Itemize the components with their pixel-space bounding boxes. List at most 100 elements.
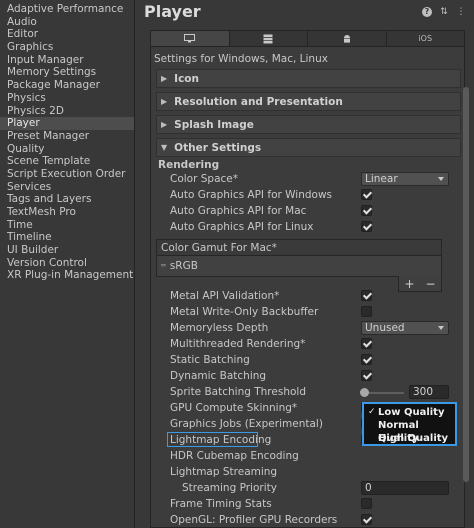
metal-backbuffer-label: Metal Write-Only Backbuffer <box>170 306 319 318</box>
multithreaded-checkbox[interactable] <box>361 338 372 349</box>
player-settings-panel: iOS Settings for Windows, Mac, Linux ▶ Ic… <box>150 30 465 528</box>
chevron-down-icon <box>438 326 444 330</box>
collapse-arrow-icon: ▼ <box>161 143 168 152</box>
auto-gfx-linux-label: Auto Graphics API for Linux <box>170 221 314 233</box>
sprite-threshold-label: Sprite Batching Threshold <box>170 386 306 398</box>
dynamic-batching-checkbox[interactable] <box>361 370 372 381</box>
auto-gfx-mac-label: Auto Graphics API for Mac <box>170 205 307 217</box>
metal-validation-label: Metal API Validation* <box>170 290 280 302</box>
sidebar-item-physics[interactable]: Physics <box>0 92 134 105</box>
header-icons: ? ⇅ ⋮ <box>422 7 466 17</box>
tab-ios[interactable]: iOS <box>386 31 464 46</box>
android-icon <box>343 34 350 43</box>
remove-button[interactable]: − <box>425 277 435 291</box>
sidebar-item-ui-builder[interactable]: UI Builder <box>0 244 134 257</box>
sidebar-item-memory-settings[interactable]: Memory Settings <box>0 66 134 79</box>
gpu-skinning-label: GPU Compute Skinning* <box>170 402 298 414</box>
sidebar-item-graphics[interactable]: Graphics <box>0 41 134 54</box>
memoryless-value: Unused <box>365 322 405 334</box>
metal-backbuffer-checkbox[interactable] <box>361 306 372 317</box>
server-icon <box>263 34 273 43</box>
section-splash-label: Splash Image <box>174 118 254 131</box>
frame-timing-checkbox[interactable] <box>361 498 372 509</box>
lightmap-encoding-popup: ✓ Low Quality Normal Quality High Quality <box>362 402 457 446</box>
auto-gfx-windows-label: Auto Graphics API for Windows <box>170 189 333 201</box>
section-icon[interactable]: ▶ Icon <box>156 69 461 88</box>
drag-handle-icon[interactable]: ═ <box>161 256 166 276</box>
sidebar-item-version-control[interactable]: Version Control <box>0 257 134 270</box>
popup-option-normal[interactable]: Normal Quality <box>364 419 455 444</box>
section-resolution-label: Resolution and Presentation <box>174 95 343 108</box>
inspector-main: Player ? ⇅ ⋮ iOS Settings for Windows, M… <box>136 0 474 528</box>
color-gamut-header: Color Gamut For Mac* <box>157 240 441 256</box>
sidebar-item-xr-plug-in-management[interactable]: XR Plug-in Management <box>0 269 134 282</box>
opengl-profiler-checkbox[interactable] <box>361 514 372 525</box>
multithreaded-label: Multithreaded Rendering* <box>170 338 306 350</box>
sidebar-item-tags-and-layers[interactable]: Tags and Layers <box>0 193 134 206</box>
hdr-cubemap-label: HDR Cubemap Encoding <box>170 450 299 462</box>
popup-option-high[interactable]: High Quality <box>364 432 455 445</box>
add-button[interactable]: + <box>404 277 414 291</box>
sidebar-item-script-execution-order[interactable]: Script Execution Order <box>0 168 134 181</box>
expand-arrow-icon: ▶ <box>161 120 168 129</box>
auto-gfx-mac-checkbox[interactable] <box>361 205 372 216</box>
sidebar-item-time[interactable]: Time <box>0 219 134 232</box>
color-space-label: Color Space* <box>170 173 238 185</box>
popup-option-low[interactable]: ✓ Low Quality <box>364 406 455 419</box>
memoryless-label: Memoryless Depth <box>170 322 269 334</box>
tab-standalone[interactable] <box>151 31 230 46</box>
sidebar-item-quality[interactable]: Quality <box>0 143 134 156</box>
frame-timing-label: Frame Timing Stats <box>170 498 272 510</box>
memoryless-dropdown[interactable]: Unused <box>361 321 449 335</box>
streaming-priority-label: Streaming Priority <box>182 482 277 494</box>
popup-option-label: High Quality <box>378 433 449 444</box>
section-resolution[interactable]: ▶ Resolution and Presentation <box>156 92 461 111</box>
help-icon[interactable]: ? <box>422 7 432 17</box>
desktop-icon <box>184 34 196 43</box>
color-space-value: Linear <box>365 173 398 185</box>
section-other-label: Other Settings <box>174 141 262 154</box>
dynamic-batching-label: Dynamic Batching <box>170 370 267 382</box>
sprite-threshold-field[interactable]: 300 <box>409 385 449 399</box>
tab-ios-label: iOS <box>418 34 433 43</box>
section-other-settings[interactable]: ▼ Other Settings <box>156 138 461 157</box>
sidebar-item-input-manager[interactable]: Input Manager <box>0 54 134 67</box>
auto-gfx-linux-checkbox[interactable] <box>361 221 372 232</box>
expand-arrow-icon: ▶ <box>161 74 168 83</box>
project-settings-sidebar: Adaptive Performance Audio Editor Graphics I… <box>0 0 135 528</box>
section-icon-label: Icon <box>174 72 199 85</box>
sidebar-item-services[interactable]: Services <box>0 181 134 194</box>
checkmark-icon: ✓ <box>368 407 376 417</box>
sidebar-item-timeline[interactable]: Timeline <box>0 231 134 244</box>
lightmap-encoding-highlight <box>167 432 258 447</box>
streaming-priority-field[interactable]: 0 <box>361 481 449 495</box>
page-title: Player <box>144 2 201 21</box>
section-splash[interactable]: ▶ Splash Image <box>156 115 461 134</box>
sidebar-item-audio[interactable]: Audio <box>0 16 134 29</box>
opengl-profiler-label: OpenGL: Profiler GPU Recorders <box>170 514 338 526</box>
expand-arrow-icon: ▶ <box>161 97 168 106</box>
sidebar-item-player[interactable]: Player <box>0 117 134 130</box>
vertical-scrollbar[interactable] <box>463 87 469 482</box>
gamut-item-label: sRGB <box>169 260 198 272</box>
sidebar-item-package-manager[interactable]: Package Manager <box>0 79 134 92</box>
slider-handle[interactable] <box>360 388 369 397</box>
platform-tabs: iOS <box>151 31 464 47</box>
auto-gfx-windows-checkbox[interactable] <box>361 189 372 200</box>
tab-server[interactable] <box>229 31 308 46</box>
sidebar-item-scene-template[interactable]: Scene Template <box>0 155 134 168</box>
sidebar-item-adaptive-performance[interactable]: Adaptive Performance <box>0 3 134 16</box>
sidebar-item-physics-2d[interactable]: Physics 2D <box>0 105 134 118</box>
sprite-threshold-slider[interactable] <box>364 392 404 394</box>
metal-validation-checkbox[interactable] <box>361 290 372 301</box>
preset-icon[interactable]: ⇅ <box>439 7 449 17</box>
list-item[interactable]: ═ sRGB <box>157 256 441 276</box>
sidebar-item-textmesh-pro[interactable]: TextMesh Pro <box>0 206 134 219</box>
static-batching-checkbox[interactable] <box>361 354 372 365</box>
menu-icon[interactable]: ⋮ <box>456 7 466 17</box>
sidebar-item-preset-manager[interactable]: Preset Manager <box>0 130 134 143</box>
color-gamut-list: Color Gamut For Mac* ═ sRGB <box>156 239 442 277</box>
color-space-dropdown[interactable]: Linear <box>361 172 449 186</box>
sidebar-item-editor[interactable]: Editor <box>0 28 134 41</box>
tab-android[interactable] <box>308 31 387 46</box>
